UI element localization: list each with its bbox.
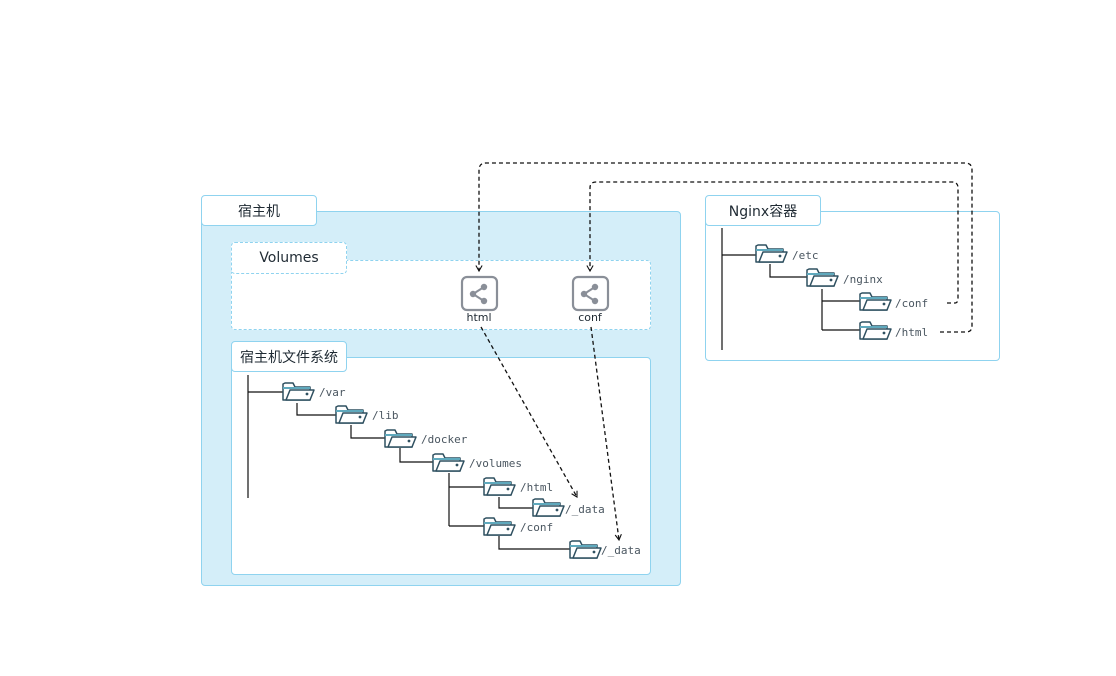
folder-icon-html-data — [532, 498, 565, 517]
folder-icon-conf — [483, 517, 516, 536]
path-volumes: /volumes — [469, 457, 522, 470]
path-var: /var — [319, 386, 346, 399]
nginx-tree-lines — [721, 228, 860, 350]
path-html: /html — [520, 481, 554, 494]
folder-icon-var — [282, 382, 315, 401]
path-html-data: /_data — [565, 503, 605, 516]
folder-icon-docker — [384, 429, 417, 448]
folder-icon-nginx-conf — [859, 292, 892, 311]
path-conf: /conf — [520, 521, 554, 534]
folder-icon-lib — [335, 405, 368, 424]
path-nginx: /nginx — [843, 273, 883, 286]
path-conf-data: /_data — [601, 544, 641, 557]
path-docker: /docker — [421, 433, 468, 446]
folder-icon-etc — [755, 244, 788, 263]
folder-icon-volumes — [432, 453, 465, 472]
volume-label-html: html — [466, 311, 492, 324]
folder-icon-conf-data — [569, 540, 602, 559]
volume-label-conf: conf — [578, 311, 602, 324]
path-nginx-html: /html — [895, 326, 929, 339]
path-lib: /lib — [372, 409, 399, 422]
folder-icon-nginx — [806, 268, 839, 287]
path-nginx-conf: /conf — [895, 297, 929, 310]
path-etc: /etc — [792, 249, 819, 262]
share-icon-html — [460, 275, 499, 312]
share-icon-conf — [571, 275, 610, 312]
folder-icon-html — [483, 477, 516, 496]
diagram-graphics — [247, 162, 973, 559]
folder-icon-nginx-html — [859, 321, 892, 340]
